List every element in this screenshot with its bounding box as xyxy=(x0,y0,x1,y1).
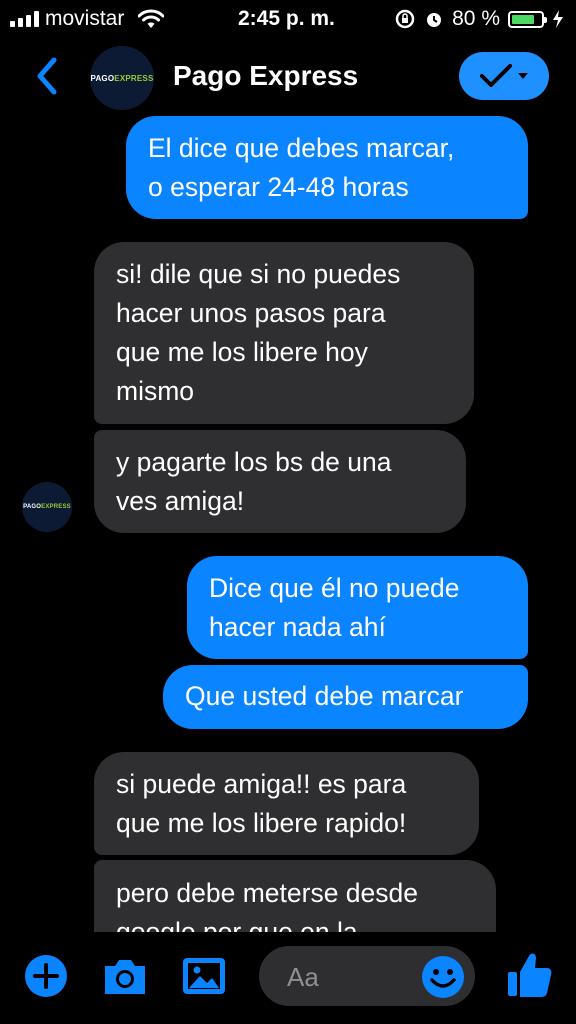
back-chevron-icon[interactable] xyxy=(28,54,68,98)
message-line: Dice que él no puede xyxy=(209,573,460,603)
status-left: movistar xyxy=(10,7,165,31)
rotation-lock-icon xyxy=(395,9,415,29)
chevron-down-icon xyxy=(518,73,528,79)
clock: 2:45 p. m. xyxy=(238,7,335,30)
message-list[interactable]: El dice que debes marcar, o esperar 24-4… xyxy=(0,116,576,932)
signal-icon xyxy=(10,11,39,27)
chat-header: PAGOEXPRESS Pago Express xyxy=(0,40,576,116)
plus-icon[interactable] xyxy=(24,954,68,998)
contact-avatar[interactable]: PAGOEXPRESS xyxy=(90,46,154,110)
status-right: 80 % xyxy=(394,7,564,31)
battery-level-fill xyxy=(512,14,535,24)
logo-prefix: PAGO xyxy=(90,73,115,83)
contact-avatar-small[interactable]: PAGOEXPRESS xyxy=(22,482,72,532)
message-bubble-outgoing[interactable]: Que usted debe marcar xyxy=(163,665,528,729)
message-bubble-incoming[interactable]: pero debe meterse desde google por que e… xyxy=(94,860,496,932)
wifi-icon xyxy=(138,9,165,28)
carrier-label: movistar xyxy=(45,7,125,30)
checkmark-menu-button[interactable] xyxy=(459,52,549,100)
message-line: que me los libere rapido! xyxy=(116,808,407,838)
message-line: mismo xyxy=(116,376,195,406)
status-bar: movistar 2:45 p. m. 80 % xyxy=(0,0,576,40)
message-line: hacer unos pasos para xyxy=(116,298,386,328)
message-line: pero debe meterse desde xyxy=(116,878,419,908)
contact-name[interactable]: Pago Express xyxy=(173,60,358,92)
photo-gallery-icon[interactable] xyxy=(181,954,227,998)
message-line: Que usted debe marcar xyxy=(185,681,464,711)
message-bubble-incoming[interactable]: si! dile que si no puedes hacer unos pas… xyxy=(94,242,474,424)
message-bubble-outgoing[interactable]: El dice que debes marcar, o esperar 24-4… xyxy=(126,116,528,219)
logo-suffix: EXPRESS xyxy=(41,504,71,510)
message-line: que me los libere hoy xyxy=(116,337,368,367)
logo-suffix: EXPRESS xyxy=(114,73,154,83)
thumbs-up-icon[interactable] xyxy=(505,950,553,1000)
message-line: si puede amiga!! es para xyxy=(116,769,407,799)
message-input-placeholder: Aa xyxy=(287,962,319,992)
contact-logo: PAGOEXPRESS xyxy=(91,74,154,83)
camera-icon[interactable] xyxy=(101,954,149,998)
logo-prefix: PAGO xyxy=(23,504,42,510)
message-line: google por que en la xyxy=(116,917,358,932)
message-line: ves amiga! xyxy=(116,486,245,516)
message-line: si! dile que si no puedes xyxy=(116,259,401,289)
message-bubble-incoming[interactable]: y pagarte los bs de una ves amiga! xyxy=(94,430,466,533)
message-line: o esperar 24-48 horas xyxy=(148,172,409,202)
checkmark-icon xyxy=(480,64,512,87)
message-line: El dice que debes marcar, xyxy=(148,133,455,163)
alarm-icon xyxy=(427,13,442,27)
message-line: hacer nada ahí xyxy=(209,612,386,642)
message-bubble-outgoing[interactable]: Dice que él no puede hacer nada ahí xyxy=(187,556,528,659)
charging-bolt-icon xyxy=(553,10,563,28)
emoji-icon[interactable] xyxy=(421,955,465,999)
message-bubble-incoming[interactable]: si puede amiga!! es para que me los libe… xyxy=(94,752,479,855)
message-line: y pagarte los bs de una xyxy=(116,447,392,477)
contact-logo-small: PAGOEXPRESS xyxy=(23,504,71,510)
battery-percent: 80 % xyxy=(452,7,500,30)
battery-icon xyxy=(508,10,547,28)
